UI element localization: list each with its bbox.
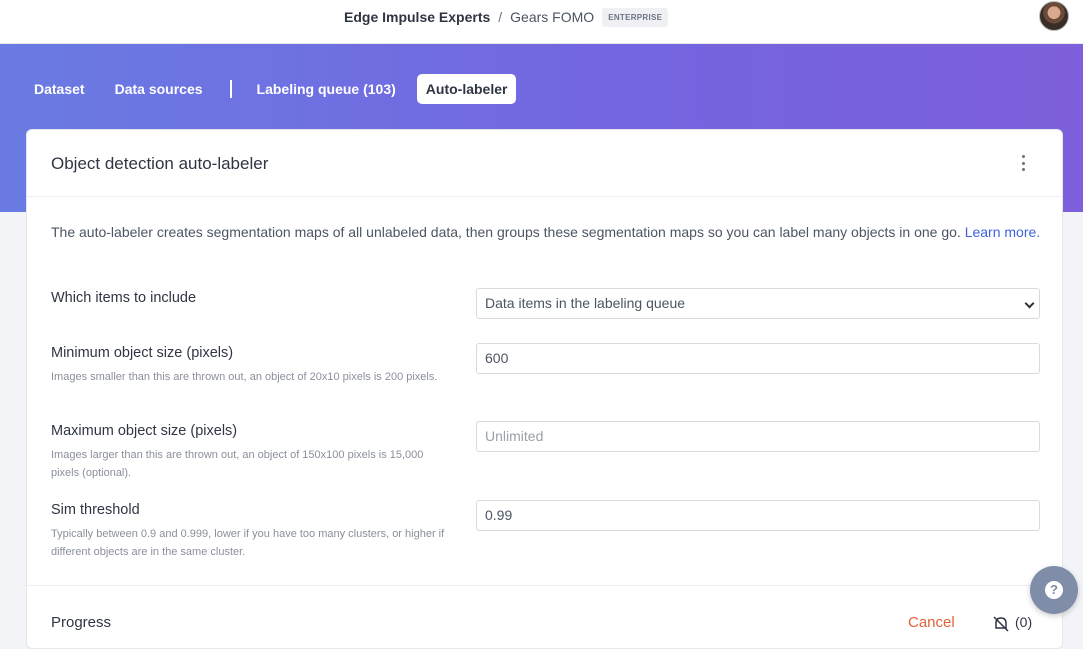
breadcrumb-separator: / [498, 9, 503, 25]
include-select[interactable]: Data items in the labeling queue [476, 288, 1040, 319]
help-button[interactable]: ? [1030, 566, 1078, 614]
tab-divider [229, 80, 232, 98]
max-size-input[interactable]: Unlimited [476, 421, 1040, 452]
section-divider [27, 585, 1062, 586]
learn-more-link[interactable]: Learn more. [965, 224, 1040, 240]
tab-dataset[interactable]: Dataset [25, 74, 94, 104]
sim-threshold-input[interactable]: 0.99 [476, 500, 1040, 531]
help-icon: ? [1045, 581, 1063, 599]
min-size-help: Images smaller than this are thrown out,… [51, 371, 438, 383]
include-select-value: Data items in the labeling queue [485, 295, 686, 311]
description-text: The auto-labeler creates segmentation ma… [51, 224, 961, 240]
description: The auto-labeler creates segmentation ma… [51, 222, 1041, 243]
user-avatar[interactable] [1039, 1, 1069, 31]
tab-auto-labeler[interactable]: Auto-labeler [416, 74, 517, 104]
include-label: Which items to include [51, 290, 197, 306]
breadcrumb-project[interactable]: Gears FOMO [510, 9, 594, 25]
sim-threshold-help: Typically between 0.9 and 0.999, lower i… [51, 528, 445, 558]
auto-labeler-card: Object detection auto-labeler The auto-l… [26, 129, 1063, 649]
tab-labeling-queue[interactable]: Labeling queue (103) [248, 74, 405, 104]
tab-bar: Dataset Data sources Labeling queue (103… [25, 74, 528, 104]
breadcrumb: Edge Impulse Experts / Gears FOMO ENTERP… [344, 7, 669, 27]
kebab-menu-icon[interactable] [1020, 155, 1026, 171]
card-title: Object detection auto-labeler [51, 154, 269, 173]
breadcrumb-org[interactable]: Edge Impulse Experts [344, 9, 490, 25]
bell-off-icon[interactable] [992, 616, 1010, 632]
plan-badge: ENTERPRISE [602, 7, 669, 27]
notifications-count: (0) [1015, 614, 1033, 630]
min-size-input[interactable]: 600 [476, 343, 1040, 374]
chevron-down-icon [1024, 298, 1035, 309]
max-size-help: Images larger than this are thrown out, … [51, 449, 424, 479]
tab-data-sources[interactable]: Data sources [106, 74, 212, 104]
max-size-label: Maximum object size (pixels) [51, 423, 238, 439]
min-size-label: Minimum object size (pixels) [51, 345, 234, 361]
sim-threshold-label: Sim threshold [51, 502, 140, 518]
card-header: Object detection auto-labeler [27, 130, 1062, 197]
top-bar: Edge Impulse Experts / Gears FOMO ENTERP… [0, 0, 1083, 44]
